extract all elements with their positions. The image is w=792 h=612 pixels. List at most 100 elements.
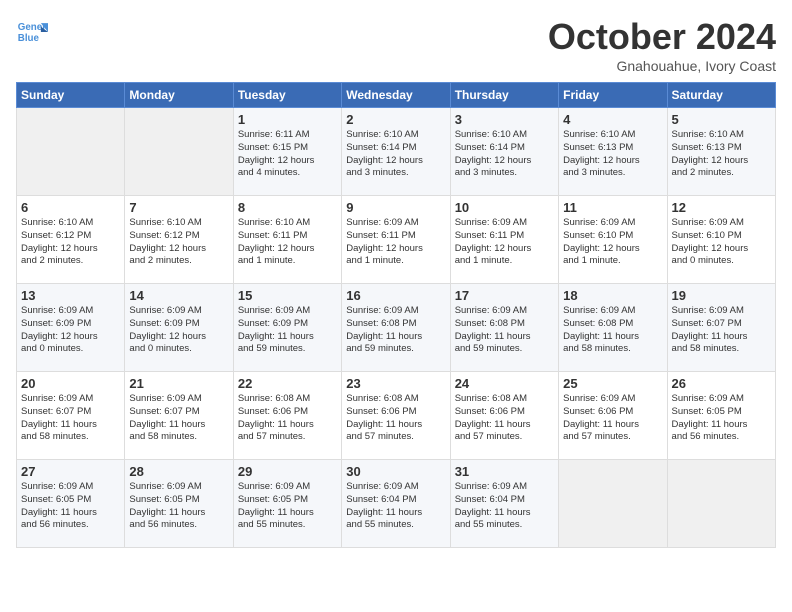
page-header: General Blue October 2024 Gnahouahue, Iv… (16, 16, 776, 74)
day-info: Sunrise: 6:09 AM Sunset: 6:08 PM Dayligh… (563, 305, 662, 356)
calendar-cell: 15 Sunrise: 6:09 AM Sunset: 6:09 PM Dayli… (233, 284, 341, 372)
day-number: 24 (455, 376, 554, 391)
day-info: Sunrise: 6:09 AM Sunset: 6:05 PM Dayligh… (238, 481, 337, 532)
day-number: 12 (672, 200, 771, 215)
day-number: 26 (672, 376, 771, 391)
day-number: 8 (238, 200, 337, 215)
calendar-cell: 2 Sunrise: 6:10 AM Sunset: 6:14 PM Daylig… (342, 108, 450, 196)
day-info: Sunrise: 6:09 AM Sunset: 6:09 PM Dayligh… (21, 305, 120, 356)
day-number: 18 (563, 288, 662, 303)
day-number: 15 (238, 288, 337, 303)
day-info: Sunrise: 6:09 AM Sunset: 6:05 PM Dayligh… (129, 481, 228, 532)
day-info: Sunrise: 6:09 AM Sunset: 6:07 PM Dayligh… (672, 305, 771, 356)
weekday-header-thursday: Thursday (450, 83, 558, 108)
weekday-header-sunday: Sunday (17, 83, 125, 108)
calendar-cell: 30 Sunrise: 6:09 AM Sunset: 6:04 PM Dayli… (342, 460, 450, 548)
day-info: Sunrise: 6:10 AM Sunset: 6:13 PM Dayligh… (563, 129, 662, 180)
day-info: Sunrise: 6:09 AM Sunset: 6:08 PM Dayligh… (455, 305, 554, 356)
calendar-cell: 17 Sunrise: 6:09 AM Sunset: 6:08 PM Dayli… (450, 284, 558, 372)
calendar-cell: 7Sunrise: 6:10 AM Sunset: 6:12 PM Daylig… (125, 196, 233, 284)
day-info: Sunrise: 6:09 AM Sunset: 6:09 PM Dayligh… (129, 305, 228, 356)
day-number: 29 (238, 464, 337, 479)
calendar-cell: 18 Sunrise: 6:09 AM Sunset: 6:08 PM Dayli… (559, 284, 667, 372)
calendar-cell: 12 Sunrise: 6:09 AM Sunset: 6:10 PM Dayli… (667, 196, 775, 284)
calendar-cell: 4 Sunrise: 6:10 AM Sunset: 6:13 PM Daylig… (559, 108, 667, 196)
calendar-cell: 8Sunrise: 6:10 AM Sunset: 6:11 PM Daylig… (233, 196, 341, 284)
day-info: Sunrise: 6:09 AM Sunset: 6:07 PM Dayligh… (129, 393, 228, 444)
day-info: Sunrise: 6:09 AM Sunset: 6:10 PM Dayligh… (672, 217, 771, 268)
day-info: Sunrise: 6:09 AM Sunset: 6:10 PM Dayligh… (563, 217, 662, 268)
calendar-cell: 19 Sunrise: 6:09 AM Sunset: 6:07 PM Dayli… (667, 284, 775, 372)
day-number: 28 (129, 464, 228, 479)
day-number: 17 (455, 288, 554, 303)
calendar-cell: 31 Sunrise: 6:09 AM Sunset: 6:04 PM Dayli… (450, 460, 558, 548)
day-number: 22 (238, 376, 337, 391)
day-info: Sunrise: 6:10 AM Sunset: 6:14 PM Dayligh… (455, 129, 554, 180)
day-info: Sunrise: 6:09 AM Sunset: 6:05 PM Dayligh… (21, 481, 120, 532)
day-number: 27 (21, 464, 120, 479)
calendar-cell: 27 Sunrise: 6:09 AM Sunset: 6:05 PM Dayli… (17, 460, 125, 548)
day-info: Sunrise: 6:09 AM Sunset: 6:07 PM Dayligh… (21, 393, 120, 444)
day-info: Sunrise: 6:10 AM Sunset: 6:12 PM Dayligh… (21, 217, 120, 268)
title-block: October 2024 Gnahouahue, Ivory Coast (548, 16, 776, 74)
calendar-cell: 24 Sunrise: 6:08 AM Sunset: 6:06 PM Dayli… (450, 372, 558, 460)
calendar-cell: 1 Sunrise: 6:11 AM Sunset: 6:15 PM Daylig… (233, 108, 341, 196)
day-number: 25 (563, 376, 662, 391)
calendar-cell: 26 Sunrise: 6:09 AM Sunset: 6:05 PM Dayli… (667, 372, 775, 460)
calendar-cell: 10Sunrise: 6:09 AM Sunset: 6:11 PM Dayli… (450, 196, 558, 284)
day-info: Sunrise: 6:09 AM Sunset: 6:11 PM Dayligh… (346, 217, 445, 268)
day-number: 2 (346, 112, 445, 127)
day-number: 30 (346, 464, 445, 479)
day-info: Sunrise: 6:09 AM Sunset: 6:04 PM Dayligh… (455, 481, 554, 532)
day-info: Sunrise: 6:09 AM Sunset: 6:06 PM Dayligh… (563, 393, 662, 444)
month-title: October 2024 (548, 16, 776, 58)
day-number: 9 (346, 200, 445, 215)
calendar-table: SundayMondayTuesdayWednesdayThursdayFrid… (16, 82, 776, 548)
calendar-cell: 6Sunrise: 6:10 AM Sunset: 6:12 PM Daylig… (17, 196, 125, 284)
calendar-cell: 14Sunrise: 6:09 AM Sunset: 6:09 PM Dayli… (125, 284, 233, 372)
weekday-header-friday: Friday (559, 83, 667, 108)
day-info: Sunrise: 6:10 AM Sunset: 6:12 PM Dayligh… (129, 217, 228, 268)
day-info: Sunrise: 6:09 AM Sunset: 6:04 PM Dayligh… (346, 481, 445, 532)
weekday-header-tuesday: Tuesday (233, 83, 341, 108)
day-number: 21 (129, 376, 228, 391)
day-info: Sunrise: 6:09 AM Sunset: 6:08 PM Dayligh… (346, 305, 445, 356)
logo: General Blue (16, 16, 48, 48)
day-number: 20 (21, 376, 120, 391)
day-number: 11 (563, 200, 662, 215)
day-info: Sunrise: 6:10 AM Sunset: 6:14 PM Dayligh… (346, 129, 445, 180)
day-info: Sunrise: 6:08 AM Sunset: 6:06 PM Dayligh… (238, 393, 337, 444)
day-number: 23 (346, 376, 445, 391)
logo-icon: General Blue (16, 16, 48, 48)
day-number: 31 (455, 464, 554, 479)
calendar-cell (667, 460, 775, 548)
svg-text:Blue: Blue (18, 33, 40, 44)
calendar-cell: 21 Sunrise: 6:09 AM Sunset: 6:07 PM Dayli… (125, 372, 233, 460)
weekday-header-wednesday: Wednesday (342, 83, 450, 108)
day-info: Sunrise: 6:10 AM Sunset: 6:13 PM Dayligh… (672, 129, 771, 180)
calendar-cell (559, 460, 667, 548)
day-number: 4 (563, 112, 662, 127)
calendar-cell: 23 Sunrise: 6:08 AM Sunset: 6:06 PM Dayli… (342, 372, 450, 460)
day-number: 10 (455, 200, 554, 215)
calendar-cell: 9 Sunrise: 6:09 AM Sunset: 6:11 PM Daylig… (342, 196, 450, 284)
calendar-cell: 11 Sunrise: 6:09 AM Sunset: 6:10 PM Dayli… (559, 196, 667, 284)
calendar-cell: 20 Sunrise: 6:09 AM Sunset: 6:07 PM Dayli… (17, 372, 125, 460)
calendar-cell: 29 Sunrise: 6:09 AM Sunset: 6:05 PM Dayli… (233, 460, 341, 548)
calendar-cell: 5Sunrise: 6:10 AM Sunset: 6:13 PM Daylig… (667, 108, 775, 196)
day-number: 3 (455, 112, 554, 127)
day-info: Sunrise: 6:09 AM Sunset: 6:09 PM Dayligh… (238, 305, 337, 356)
calendar-cell: 25 Sunrise: 6:09 AM Sunset: 6:06 PM Dayli… (559, 372, 667, 460)
day-info: Sunrise: 6:08 AM Sunset: 6:06 PM Dayligh… (346, 393, 445, 444)
day-info: Sunrise: 6:08 AM Sunset: 6:06 PM Dayligh… (455, 393, 554, 444)
calendar-cell (17, 108, 125, 196)
day-number: 1 (238, 112, 337, 127)
day-number: 16 (346, 288, 445, 303)
day-info: Sunrise: 6:09 AM Sunset: 6:05 PM Dayligh… (672, 393, 771, 444)
calendar-cell: 3 Sunrise: 6:10 AM Sunset: 6:14 PM Daylig… (450, 108, 558, 196)
day-info: Sunrise: 6:11 AM Sunset: 6:15 PM Dayligh… (238, 129, 337, 180)
day-number: 19 (672, 288, 771, 303)
location: Gnahouahue, Ivory Coast (548, 58, 776, 74)
calendar-cell: 22 Sunrise: 6:08 AM Sunset: 6:06 PM Dayli… (233, 372, 341, 460)
calendar-cell: 13Sunrise: 6:09 AM Sunset: 6:09 PM Dayli… (17, 284, 125, 372)
